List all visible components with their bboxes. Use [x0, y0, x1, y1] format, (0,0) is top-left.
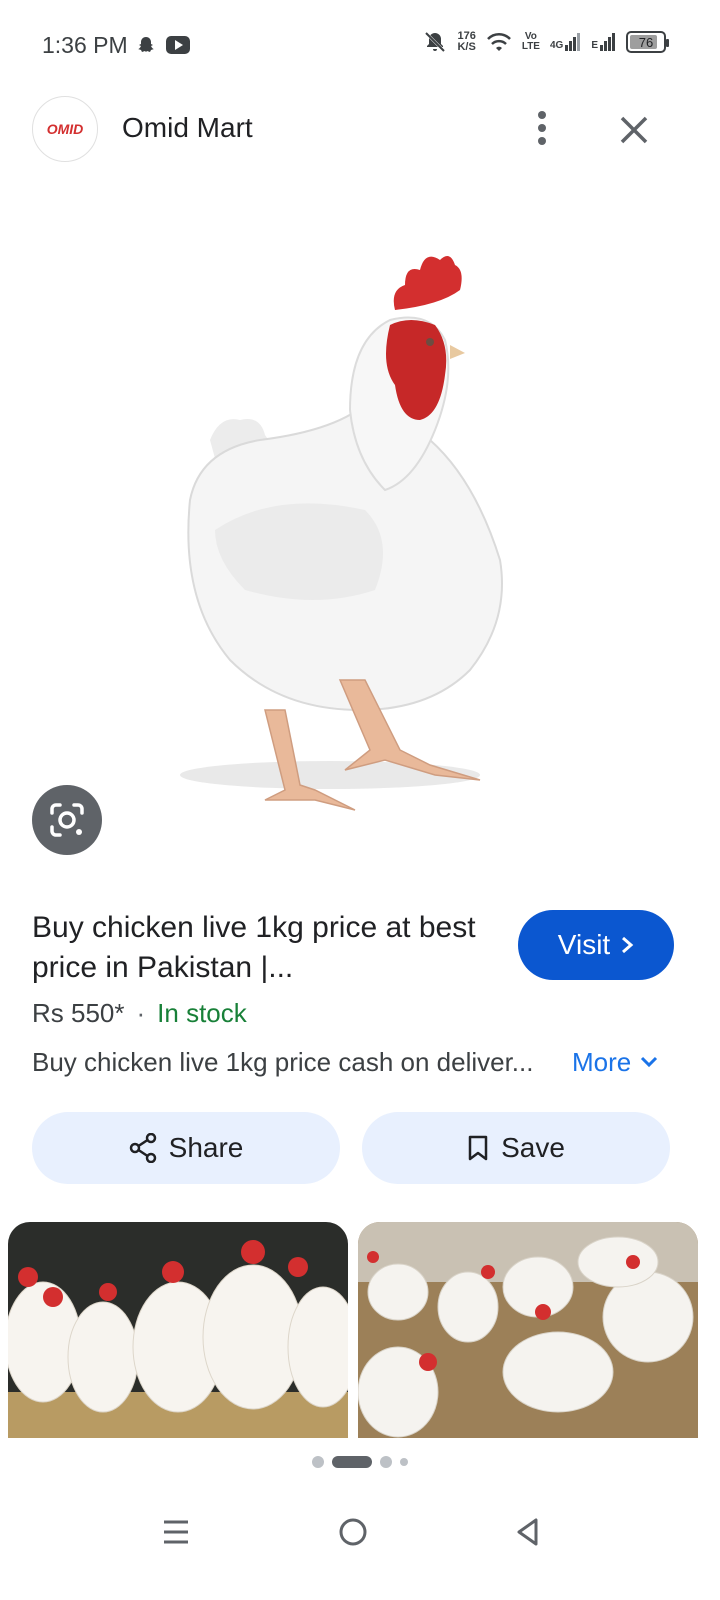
- site-logo[interactable]: OMID: [32, 96, 98, 162]
- save-button[interactable]: Save: [362, 1112, 670, 1184]
- back-button[interactable]: [506, 1510, 550, 1554]
- home-button[interactable]: [331, 1510, 375, 1554]
- pagination-dot-active: [332, 1456, 372, 1468]
- share-icon: [129, 1133, 156, 1163]
- more-label: More: [572, 1046, 632, 1077]
- more-vert-icon: [538, 111, 546, 145]
- mute-icon: [425, 31, 446, 53]
- result-title[interactable]: Buy chicken live 1kg price at best price…: [32, 908, 482, 988]
- signal-icon-2: [600, 33, 615, 51]
- volte-label: Vo LTE: [522, 32, 540, 52]
- visit-button[interactable]: Visit: [518, 910, 674, 980]
- description: Buy chicken live 1kg price cash on deliv…: [32, 1046, 534, 1077]
- youtube-icon: [166, 36, 190, 54]
- network-4g-label: 4G: [549, 40, 564, 51]
- logo-text: OMID: [46, 121, 84, 137]
- price: Rs 550*: [32, 998, 125, 1028]
- more-button[interactable]: More: [572, 1047, 659, 1078]
- chevron-right-icon: [622, 936, 634, 954]
- pagination-dot: [312, 1456, 324, 1468]
- volte-bottom: LTE: [521, 41, 540, 52]
- save-label: Save: [501, 1132, 565, 1163]
- battery-level: 76: [638, 34, 654, 50]
- back-triangle-icon: [517, 1518, 538, 1546]
- close-icon: [620, 116, 648, 144]
- product-image[interactable]: [0, 200, 720, 860]
- related-image-2[interactable]: [358, 1222, 698, 1438]
- pagination-dot: [380, 1456, 392, 1468]
- system-nav-bar: [0, 1500, 720, 1560]
- status-bar: 1:36 PM 176 K/S Vo LTE 4G E 76: [0, 0, 720, 92]
- share-button[interactable]: Share: [32, 1112, 340, 1184]
- google-lens-button[interactable]: [32, 785, 102, 855]
- net-speed: 176 K/S: [457, 31, 475, 53]
- bookmark-icon: [468, 1135, 488, 1161]
- net-speed-unit: K/S: [457, 41, 476, 53]
- price-row: Rs 550* · In stock: [32, 998, 247, 1029]
- pagination-dot: [400, 1458, 408, 1466]
- result-header: OMID Omid Mart: [0, 96, 720, 164]
- battery-icon: 76: [626, 31, 669, 53]
- stock-status: In stock: [157, 998, 247, 1028]
- close-button[interactable]: [612, 108, 656, 152]
- status-time: 1:36 PM: [42, 32, 128, 58]
- separator: ·: [136, 998, 146, 1028]
- network-e-label: E: [591, 40, 598, 51]
- chevron-down-icon: [641, 1056, 658, 1068]
- pagination-dots: [0, 1456, 720, 1468]
- lens-icon: [50, 803, 84, 837]
- share-label: Share: [168, 1132, 244, 1163]
- wifi-icon: [486, 32, 511, 51]
- snapchat-icon: [138, 37, 154, 52]
- description-row: Buy chicken live 1kg price cash on deliv…: [32, 1044, 692, 1080]
- site-name[interactable]: Omid Mart: [122, 112, 253, 144]
- more-options-button[interactable]: [522, 106, 562, 150]
- home-circle-icon: [339, 1518, 367, 1546]
- related-image-1[interactable]: [8, 1222, 348, 1438]
- visit-label: Visit: [557, 929, 611, 960]
- menu-icon: [164, 1520, 188, 1544]
- signal-icon: [565, 33, 581, 51]
- recent-apps-button[interactable]: [154, 1510, 198, 1554]
